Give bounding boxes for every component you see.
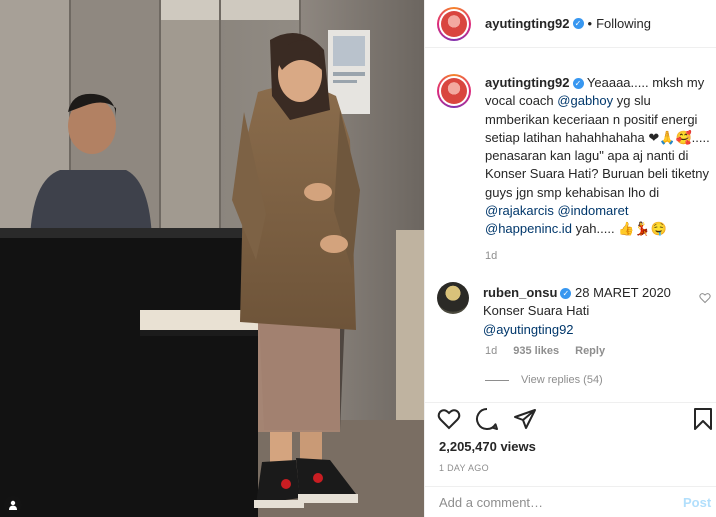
comment-button[interactable]	[475, 407, 499, 431]
post-video[interactable]	[0, 0, 424, 517]
comment-meta: 1d 935 likes Reply	[485, 345, 605, 357]
post-header: ayutingting92 ✓ • Following	[425, 0, 716, 48]
comment-bubble-icon	[476, 408, 498, 430]
post-date[interactable]: 1 DAY AGO	[439, 463, 489, 473]
comment-body: Konser Suara Hati	[483, 303, 590, 319]
comment-like-heart-icon[interactable]	[699, 292, 711, 304]
reply-button[interactable]: Reply	[575, 345, 605, 357]
comment-input[interactable]	[439, 495, 659, 510]
action-bar: 2,205,470 views 1 DAY AGO	[425, 402, 716, 473]
bookmark-icon	[694, 408, 712, 430]
heart-icon	[437, 409, 461, 430]
mention-link[interactable]: @happeninc.id	[485, 221, 572, 236]
paper-plane-icon	[514, 409, 536, 429]
caption-emoji: 👍💃🤤	[618, 221, 667, 237]
verified-badge-icon: ✓	[572, 78, 584, 90]
view-replies-label: View replies (54)	[521, 374, 603, 386]
caption-age[interactable]: 1d	[485, 250, 497, 262]
post-side-panel: ayutingting92 ✓ • Following ayutingting9…	[424, 0, 716, 517]
mention-link[interactable]: @ayutingting92	[483, 322, 574, 337]
caption-part: yah.....	[575, 221, 615, 237]
header-separator: •	[587, 16, 593, 31]
mention-link[interactable]: @indomaret	[557, 203, 628, 218]
following-button[interactable]: Following	[596, 16, 651, 31]
view-count[interactable]: 2,205,470 views	[439, 439, 536, 454]
mention-link[interactable]: @gabhoy	[557, 93, 613, 108]
user-icon	[9, 500, 17, 510]
comment-item: ruben_onsu ✓ 28 MARET 2020 Konser Suara H…	[437, 282, 713, 339]
add-comment-bar: Post	[425, 486, 716, 517]
author-avatar[interactable]	[437, 6, 471, 41]
verified-badge-icon: ✓	[572, 18, 584, 29]
commenter-avatar[interactable]	[437, 282, 469, 314]
caption-username[interactable]: ayutingting92	[485, 75, 570, 90]
caption: ayutingting92 ✓ Yeaaaa..... mksh my vocal…	[437, 74, 713, 239]
caption-avatar[interactable]	[437, 74, 471, 108]
video-frame	[0, 0, 424, 517]
comments-list[interactable]: ayutingting92 ✓ Yeaaaa..... mksh my vocal…	[425, 48, 716, 402]
mention-link[interactable]: @rajakarcis	[485, 203, 554, 218]
view-replies-button[interactable]: View replies (54)	[485, 374, 603, 386]
comment-text: ruben_onsu ✓ 28 MARET 2020 Konser Suara H…	[483, 284, 688, 339]
comment-age[interactable]: 1d	[485, 345, 497, 357]
caption-text: ayutingting92 ✓ Yeaaaa..... mksh my vocal…	[485, 74, 713, 239]
verified-badge-icon: ✓	[560, 288, 572, 300]
comment-date-text: 28 MARET 2020	[575, 285, 671, 300]
comment-likes[interactable]: 935 likes	[513, 345, 559, 357]
caption-emoji: ❤🙏🥰	[648, 129, 692, 145]
save-button[interactable]	[691, 407, 715, 431]
tagged-user-button[interactable]	[4, 496, 22, 514]
share-button[interactable]	[513, 407, 537, 431]
replies-divider	[485, 379, 509, 381]
like-button[interactable]	[437, 407, 461, 431]
post-comment-button[interactable]: Post	[683, 495, 711, 510]
author-username[interactable]: ayutingting92	[485, 16, 570, 31]
commenter-username[interactable]: ruben_onsu	[483, 285, 557, 300]
